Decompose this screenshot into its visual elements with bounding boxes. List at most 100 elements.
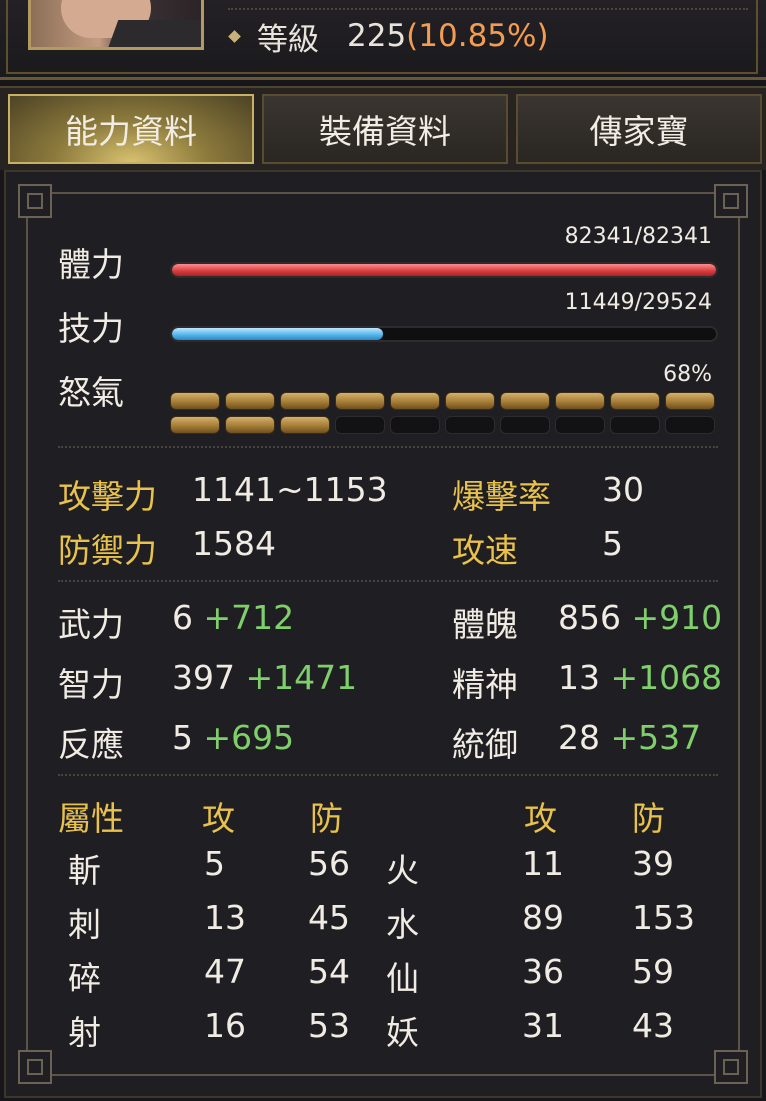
- rage-segment: [610, 416, 660, 434]
- element-cell: 31: [522, 1006, 564, 1045]
- element-atk-header: 攻: [524, 799, 557, 838]
- attr-base: 397: [172, 658, 235, 697]
- attr-value: 5 +695: [172, 718, 294, 757]
- element-cell: 11: [522, 844, 564, 883]
- rage-segment: [555, 392, 605, 410]
- hp-bar: [170, 262, 718, 278]
- attr-label: 智力: [58, 665, 124, 704]
- defense-value: 1584: [192, 524, 276, 563]
- attr-value: 6 +712: [172, 598, 294, 637]
- element-cell: 59: [632, 952, 674, 991]
- corner-ornament: [714, 184, 748, 218]
- attr-label: 武力: [58, 605, 124, 644]
- rage-segment: [225, 392, 275, 410]
- rage-gauge: [170, 392, 720, 440]
- tab-equipment[interactable]: 裝備資料: [262, 94, 508, 164]
- attr-value: 13 +1068: [558, 658, 722, 697]
- sp-value: 11449/29524: [564, 290, 712, 315]
- element-cell: 43: [632, 1006, 674, 1045]
- rage-segment: [665, 392, 715, 410]
- element-cell: 13: [204, 898, 246, 937]
- element-cell: 39: [632, 844, 674, 883]
- hp-value: 82341/82341: [564, 224, 712, 249]
- diamond-icon: [228, 29, 241, 43]
- element-cell: 36: [522, 952, 564, 991]
- element-atk-header: 攻: [202, 799, 235, 838]
- attr-base: 13: [558, 658, 600, 697]
- level-exp-percent: (10.85%): [406, 18, 549, 54]
- level-value: 225: [347, 18, 407, 54]
- stats-panel: 體力 82341/82341 技力 11449/29524 怒氣 68% 攻擊力…: [4, 170, 762, 1098]
- attack-label: 攻擊力: [58, 477, 157, 516]
- rage-label: 怒氣: [58, 373, 124, 412]
- rage-segment: [665, 416, 715, 434]
- section-divider: [58, 774, 718, 776]
- element-cell: 妖: [386, 1013, 419, 1052]
- tab-bar: 能力資料 裝備資料 傳家寶: [0, 86, 766, 170]
- element-cell: 射: [68, 1013, 101, 1052]
- level-row: 等級 225 (10.85%): [228, 16, 549, 58]
- rage-segment: [555, 416, 605, 434]
- element-def-header: 防: [310, 799, 343, 838]
- rage-segment: [390, 416, 440, 434]
- rage-segment: [445, 416, 495, 434]
- attr-label: 體魄: [452, 605, 518, 644]
- element-cell: 水: [386, 905, 419, 944]
- speed-label: 攻速: [452, 531, 518, 570]
- character-portrait[interactable]: [28, 0, 204, 50]
- element-cell: 仙: [386, 959, 419, 998]
- sp-bar: [170, 326, 718, 342]
- attr-bonus: +537: [610, 718, 702, 757]
- rage-segment: [335, 392, 385, 410]
- character-header: 等級 225 (10.85%): [0, 0, 766, 80]
- crit-label: 爆擊率: [452, 477, 551, 516]
- attr-base: 856: [558, 598, 621, 637]
- attr-label: 精神: [452, 665, 518, 704]
- corner-ornament: [18, 184, 52, 218]
- attr-value: 28 +537: [558, 718, 701, 757]
- attack-value: 1141~1153: [192, 470, 388, 509]
- attr-label: 反應: [58, 725, 124, 764]
- element-cell: 火: [386, 851, 419, 890]
- element-def-header: 防: [632, 799, 665, 838]
- level-label: 等級: [257, 21, 319, 58]
- rage-segment: [335, 416, 385, 434]
- attr-bonus: +1068: [610, 658, 723, 697]
- attr-bonus: +910: [631, 598, 723, 637]
- rage-row: [170, 416, 720, 434]
- element-cell: 45: [308, 898, 350, 937]
- tab-ability[interactable]: 能力資料: [8, 94, 254, 164]
- attr-base: 5: [172, 718, 193, 757]
- rage-segment: [610, 392, 660, 410]
- element-cell: 89: [522, 898, 564, 937]
- element-cell: 碎: [68, 959, 101, 998]
- attr-bonus: +1471: [245, 658, 358, 697]
- rage-segment: [390, 392, 440, 410]
- element-cell: 53: [308, 1006, 350, 1045]
- rage-value: 68%: [663, 362, 712, 387]
- attr-bonus: +695: [203, 718, 295, 757]
- element-cell: 斬: [68, 851, 101, 890]
- crit-value: 30: [602, 470, 644, 509]
- attr-label: 統御: [452, 725, 518, 764]
- element-cell: 56: [308, 844, 350, 883]
- rage-row: [170, 392, 720, 410]
- tab-heirloom[interactable]: 傳家寶: [516, 94, 762, 164]
- defense-label: 防禦力: [58, 531, 157, 570]
- element-cell: 153: [632, 898, 695, 937]
- rage-segment: [170, 392, 220, 410]
- rage-segment: [500, 416, 550, 434]
- rage-segment: [280, 416, 330, 434]
- attr-base: 6: [172, 598, 193, 637]
- speed-value: 5: [602, 524, 623, 563]
- rage-segment: [170, 416, 220, 434]
- element-cell: 16: [204, 1006, 246, 1045]
- corner-ornament: [18, 1050, 52, 1084]
- element-cell: 47: [204, 952, 246, 991]
- element-header: 屬性: [58, 799, 124, 838]
- attr-value: 856 +910: [558, 598, 722, 637]
- sp-bar-fill: [172, 328, 383, 340]
- element-cell: 刺: [68, 905, 101, 944]
- section-divider: [58, 580, 718, 582]
- corner-ornament: [714, 1050, 748, 1084]
